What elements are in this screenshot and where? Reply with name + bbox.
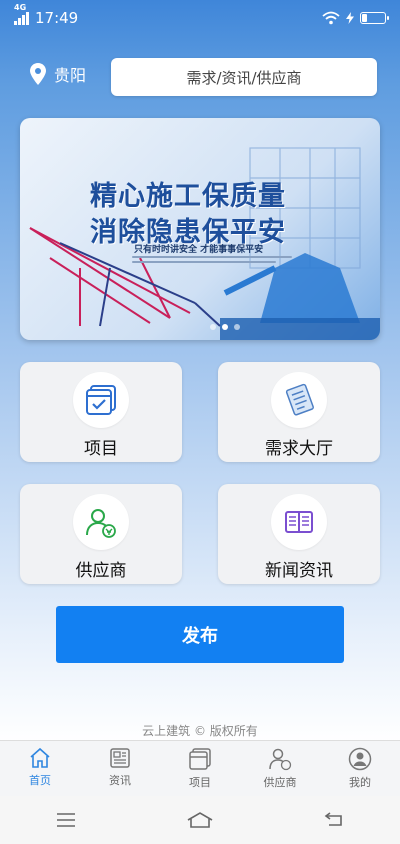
tab-label: 项目 [189,776,211,789]
menu-icon[interactable] [55,812,77,828]
tab-profile[interactable]: 我的 [320,741,400,796]
status-time: 17:49 [35,9,79,27]
card-news[interactable]: 新闻资讯 [218,484,380,584]
carousel-dot[interactable] [234,324,240,330]
card-demand-hall[interactable]: 需求大厅 [218,362,380,462]
carousel-dots [210,324,240,330]
search-placeholder: 需求/资讯/供应商 [186,68,302,87]
copyright-text: 云上建筑 © 版权所有 [142,724,258,738]
card-label: 新闻资讯 [265,561,333,581]
network-type: 4G [14,3,27,12]
tab-news[interactable]: 资讯 [80,741,160,796]
profile-icon [348,747,372,771]
supplier-icon [86,509,116,538]
back-icon[interactable] [323,811,345,829]
card-project[interactable]: 项目 [20,362,182,462]
carousel-dot[interactable] [210,324,216,330]
publish-button[interactable]: 发布 [56,606,344,663]
tab-label: 首页 [29,774,51,787]
home-icon [30,747,50,768]
tab-label: 资讯 [109,774,131,787]
signal-icon: 4G [14,3,29,25]
supplier-icon [269,748,292,771]
tab-project[interactable]: 项目 [160,741,240,796]
charging-icon [346,12,354,24]
bottom-tab-bar: 首页 资讯 项目 供应商 我的 [0,740,400,796]
banner-fine-print [132,256,292,270]
location-selector[interactable]: 贵阳 [30,62,86,86]
location-pin-icon [30,63,46,85]
location-city: 贵阳 [54,66,87,85]
demand-hall-icon [285,383,314,416]
battery-icon [360,12,389,24]
card-label: 供应商 [75,561,127,581]
tab-label: 我的 [349,776,371,789]
project-icon [86,385,116,415]
banner-carousel[interactable]: 精心施工保质量 消除隐患保平安 只有时时讲安全 才能事事保平安 [20,118,380,340]
banner-headline-1: 精心施工保质量 [90,181,286,212]
news-icon [110,748,130,768]
carousel-dot-active[interactable] [222,324,228,330]
project-icon [189,748,211,770]
card-label: 项目 [84,439,118,459]
banner-subtitle: 只有时时讲安全 才能事事保平安 [134,245,264,255]
wifi-icon [322,11,340,25]
card-label: 需求大厅 [265,439,333,459]
search-input[interactable]: 需求/资讯/供应商 [111,58,377,96]
news-icon [285,511,313,533]
tab-home[interactable]: 首页 [0,741,80,796]
system-nav-bar [0,796,400,844]
status-bar: 4G 17:49 [0,0,400,36]
tab-supplier[interactable]: 供应商 [240,741,320,796]
tab-label: 供应商 [263,776,297,789]
home-nav-icon[interactable] [186,811,214,829]
card-supplier[interactable]: 供应商 [20,484,182,584]
